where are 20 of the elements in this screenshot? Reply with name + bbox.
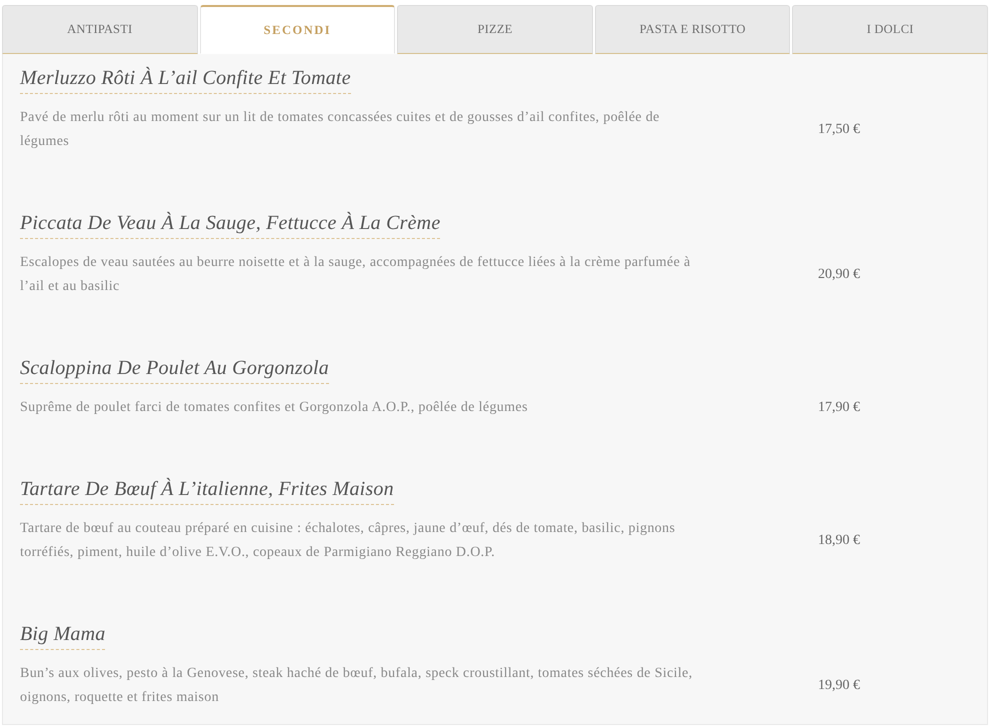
dish-description: Bun’s aux olives, pesto à la Genovese, steak haché de bœuf, bufala, speck croustillant, tomates séchées de Sicile, oignons, roquette et frites maison	[20, 665, 694, 707]
dish-description: Escalopes de veau sautées au beurre noisette et à la sauge, accompagnées de fettucce liées à la crème parfumée à l’ail et au basilic	[20, 254, 692, 296]
menu-tab[interactable]: PASTA E RISOTTO	[594, 5, 790, 54]
dish-title: Big Mama	[20, 619, 106, 650]
dish-title: Tartare De Bœuf À L’italienne, Frites Maison	[20, 474, 394, 505]
dish-price: 17,50 €	[818, 122, 860, 138]
dish-price: 20,90 €	[818, 267, 860, 283]
dish-description: Suprême de poulet farci de tomates confites et Gorgonzola A.O.P., poêlée de légumes	[20, 399, 529, 417]
menu-tab[interactable]: ANTIPASTI	[2, 5, 198, 54]
dish-description: Tartare de bœuf au couteau préparé en cuisine : échalotes, câpres, jaune d’œuf, dés de tomate, basilic, pignons torréfiés, piment, huile d’olive E.V.O., copeaux de Parmigiano Reggiano D.O.P.	[20, 520, 676, 562]
menu-tab[interactable]: I DOLCI	[792, 5, 988, 54]
menu-tab[interactable]: SECONDI	[200, 5, 396, 54]
dish-title: Piccata De Veau À La Sauge, Fettucce À La Crème	[20, 208, 440, 239]
dish-price: 17,90 €	[818, 400, 860, 416]
menu-tab[interactable]: PIZZE	[397, 5, 593, 54]
dish-description: Pavé de merlu rôti au moment sur un lit de tomates concassées cuites et de gousses d’ail confites, poêlée de légumes	[20, 109, 661, 151]
dish-title: Merluzzo Rôti À L’ail Confite Et Tomate	[20, 63, 351, 94]
dish-price: 18,90 €	[818, 533, 860, 549]
dish-price: 19,90 €	[818, 678, 860, 694]
dish-title: Scaloppina De Poulet Au Gorgonzola	[20, 353, 329, 384]
